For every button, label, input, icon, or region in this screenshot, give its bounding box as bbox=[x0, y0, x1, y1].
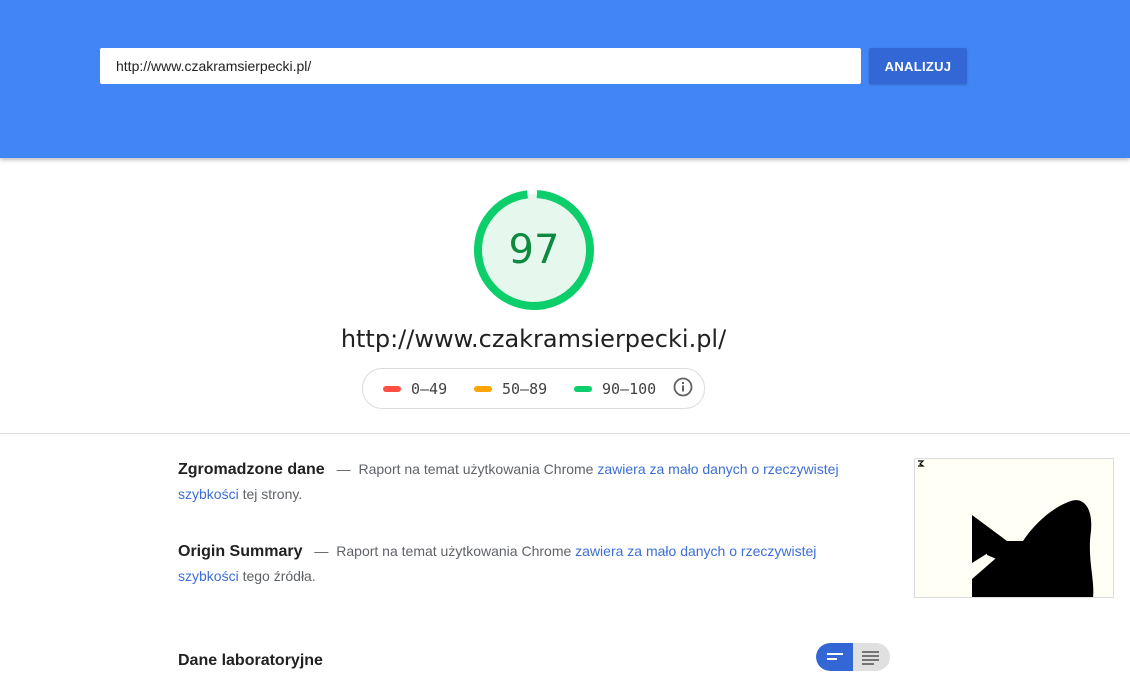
legend-label-pass: 90–100 bbox=[602, 380, 657, 398]
tested-url: http://www.czakramsierpecki.pl/ bbox=[340, 325, 727, 353]
list-view-button[interactable] bbox=[816, 643, 853, 671]
pass-indicator bbox=[574, 386, 592, 392]
list-view-icon bbox=[827, 653, 843, 660]
field-data-dash: — bbox=[336, 461, 351, 477]
legend-label-fail: 0–49 bbox=[411, 380, 448, 398]
legend-item-pass: 90–100 bbox=[574, 380, 656, 398]
page-screenshot-thumbnail bbox=[914, 458, 1114, 598]
lab-data-title: Dane laboratoryjne bbox=[178, 652, 323, 669]
average-indicator bbox=[474, 386, 492, 392]
score-legend: 0–49 50–89 90–100 bbox=[362, 368, 705, 409]
field-data-text-after: tej strony. bbox=[242, 486, 303, 502]
header-bar: ANALIZUJ bbox=[0, 0, 1130, 158]
field-data-text: Raport na temat użytkowania Chrome bbox=[358, 461, 594, 477]
thumbnail-image bbox=[918, 460, 1094, 597]
origin-summary-text-after: tego źródła. bbox=[242, 568, 316, 584]
section-divider bbox=[0, 433, 1130, 434]
analyze-button[interactable]: ANALIZUJ bbox=[869, 48, 967, 84]
text-view-icon bbox=[862, 651, 879, 665]
origin-summary-title: Origin Summary bbox=[178, 543, 303, 560]
performance-score: 97 bbox=[508, 227, 560, 273]
field-data-title: Zgromadzone dane bbox=[178, 461, 325, 478]
url-input[interactable] bbox=[100, 48, 861, 84]
legend-item-average: 50–89 bbox=[474, 380, 547, 398]
view-toggle[interactable] bbox=[816, 643, 890, 671]
fail-indicator bbox=[383, 386, 401, 392]
legend-label-average: 50–89 bbox=[502, 380, 548, 398]
info-icon[interactable] bbox=[673, 377, 693, 397]
origin-summary-section: Origin Summary — Raport na temat użytkow… bbox=[178, 539, 858, 589]
origin-summary-dash: — bbox=[314, 543, 329, 559]
origin-summary-text: Raport na temat użytkowania Chrome bbox=[336, 543, 572, 559]
legend-item-fail: 0–49 bbox=[383, 380, 447, 398]
text-view-button[interactable] bbox=[853, 643, 890, 671]
field-data-section: Zgromadzone dane — Raport na temat użytk… bbox=[178, 457, 858, 507]
